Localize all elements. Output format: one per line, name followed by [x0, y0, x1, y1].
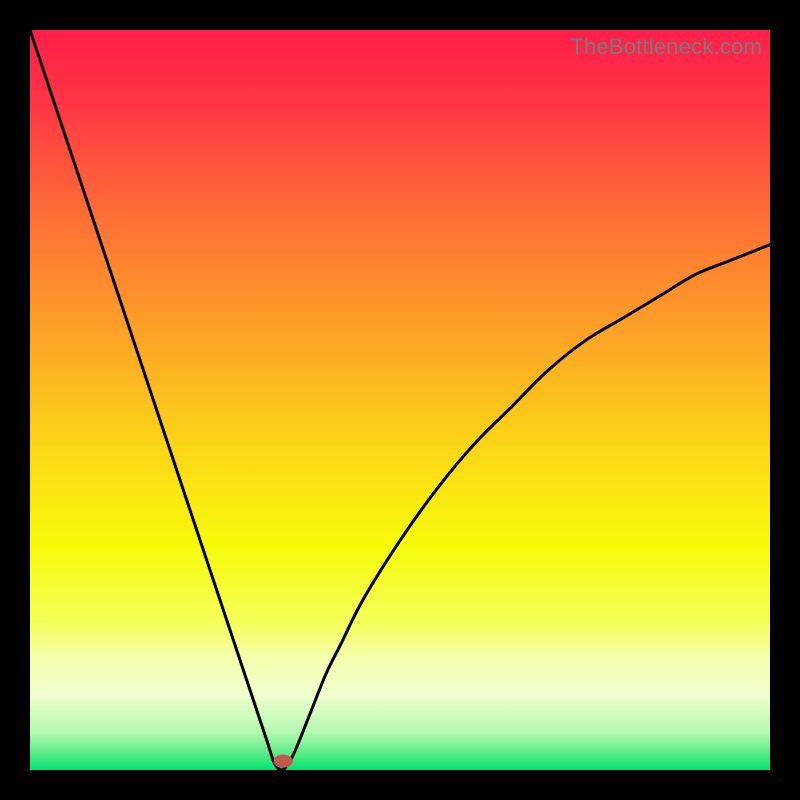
watermark-text: TheBottleneck.com — [570, 34, 762, 60]
curve-layer — [30, 30, 770, 770]
plot-area: TheBottleneck.com — [30, 30, 770, 770]
chart-container: TheBottleneck.com — [0, 0, 800, 800]
bottleneck-curve — [30, 30, 770, 770]
min-marker — [273, 754, 292, 767]
